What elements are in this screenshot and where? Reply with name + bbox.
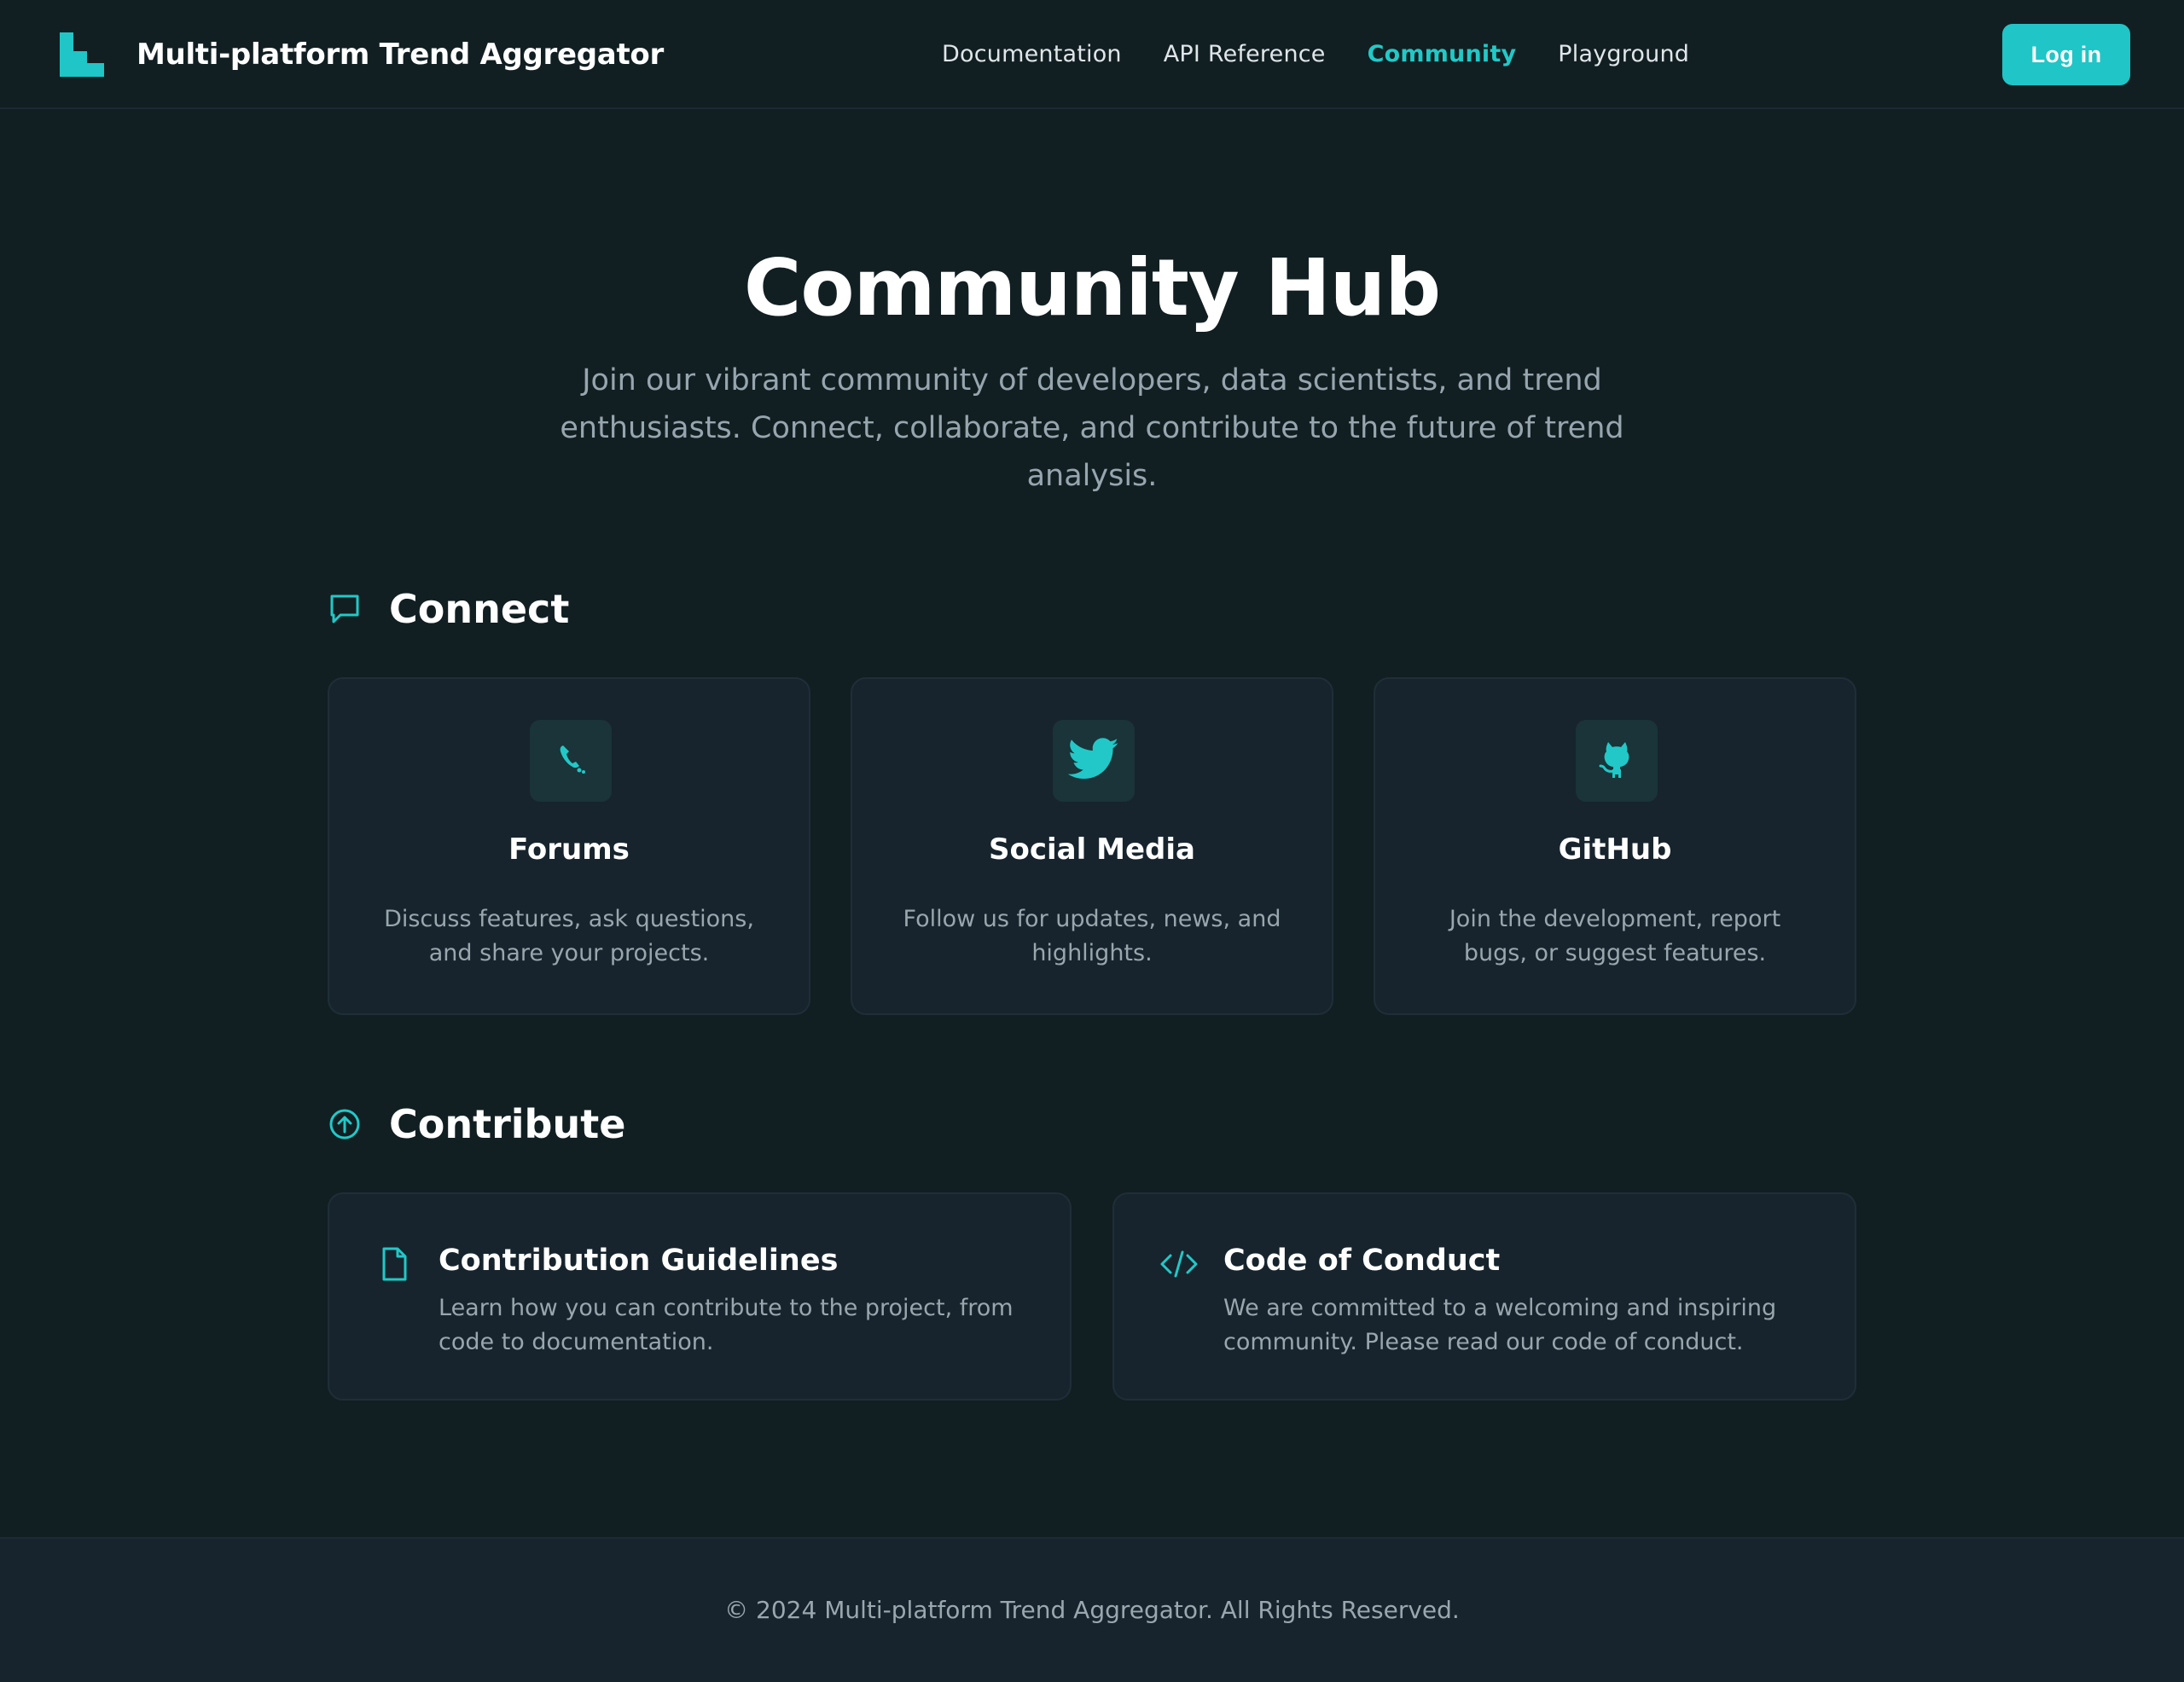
forums-icon-tile: [530, 720, 612, 802]
phone-icon: [554, 742, 588, 780]
document-icon: [374, 1244, 415, 1285]
page-subtitle: Join our vibrant community of developers…: [560, 363, 1624, 493]
nav-link-documentation[interactable]: Documentation: [942, 34, 1122, 75]
twitter-bird-icon: [1067, 737, 1119, 785]
chat-bubble-icon: [328, 589, 369, 629]
forums-card-description: Discuss features, ask questions, and sha…: [384, 906, 754, 966]
page-footer: © 2024 Multi-platform Trend Aggregator. …: [0, 1537, 2184, 1682]
login-button[interactable]: Log in: [2002, 24, 2130, 85]
code-of-conduct-description: We are committed to a welcoming and insp…: [1223, 1295, 1777, 1355]
contribute-section-heading: Contribute: [328, 1099, 625, 1150]
social-media-icon-tile: [1053, 720, 1135, 802]
page-title: Community Hub: [743, 242, 1441, 334]
code-brackets-icon: [1159, 1244, 1199, 1285]
connect-section-title: Connect: [389, 586, 570, 632]
arrow-up-circle-icon: [328, 1104, 369, 1145]
contribution-guidelines-card[interactable]: Contribution Guidelines Learn how you ca…: [328, 1192, 1072, 1401]
nav-link-playground[interactable]: Playground: [1558, 34, 1689, 75]
forums-card-title: Forums: [508, 832, 630, 867]
github-octocat-icon: [1593, 735, 1641, 786]
stairs-logo-icon[interactable]: [58, 31, 106, 78]
nav-link-api-reference[interactable]: API Reference: [1164, 34, 1326, 75]
contribute-section-title: Contribute: [389, 1101, 626, 1147]
contribution-guidelines-title: Contribution Guidelines: [439, 1244, 839, 1278]
social-media-card[interactable]: Social Media Follow us for updates, news…: [851, 677, 1333, 1015]
github-card[interactable]: GitHub Join the development, report bugs…: [1374, 677, 1856, 1015]
code-of-conduct-title: Code of Conduct: [1223, 1244, 1501, 1278]
github-card-description: Join the development, report bugs, or su…: [1449, 906, 1781, 966]
connect-section-heading: Connect: [328, 583, 569, 635]
contribution-guidelines-description: Learn how you can contribute to the proj…: [439, 1295, 1014, 1355]
github-icon-tile: [1576, 720, 1658, 802]
brand-name[interactable]: Multi-platform Trend Aggregator: [136, 34, 664, 75]
main-nav: Documentation API Reference Community Pl…: [942, 34, 1689, 75]
github-card-title: GitHub: [1558, 832, 1672, 867]
code-of-conduct-card[interactable]: Code of Conduct We are committed to a we…: [1112, 1192, 1856, 1401]
nav-link-community[interactable]: Community: [1368, 34, 1517, 75]
social-media-card-description: Follow us for updates, news, and highlig…: [903, 906, 1281, 966]
forums-card[interactable]: Forums Discuss features, ask questions, …: [328, 677, 810, 1015]
copyright-text: © 2024 Multi-platform Trend Aggregator. …: [724, 1596, 1460, 1624]
top-navbar: Multi-platform Trend Aggregator Document…: [0, 0, 2184, 109]
social-media-card-title: Social Media: [989, 832, 1195, 867]
